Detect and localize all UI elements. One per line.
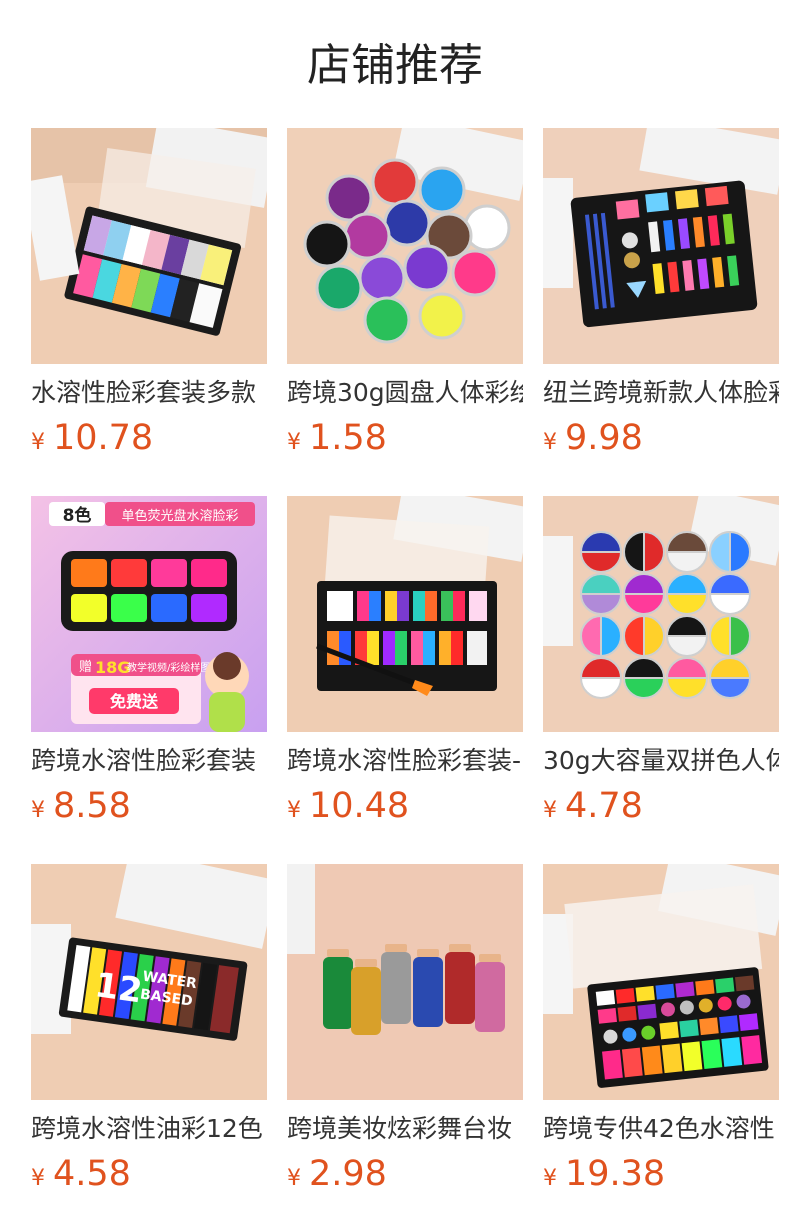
product-name[interactable]: 纽兰跨境新款人体脸彩 (543, 376, 779, 410)
price-value: 10.78 (53, 418, 154, 458)
product-price: ¥10.48 (287, 786, 409, 832)
svg-text:12: 12 (92, 965, 144, 1011)
product-price: ¥1.58 (287, 418, 387, 464)
price-value: 1.58 (309, 418, 387, 458)
product-image[interactable] (287, 864, 523, 1100)
product-price: ¥4.58 (31, 1154, 131, 1200)
price-value: 2.98 (309, 1154, 387, 1194)
badge-text: 单色荧光盘水溶脸彩 (121, 508, 238, 524)
price-value: 10.48 (309, 786, 410, 826)
price-value: 4.58 (53, 1154, 131, 1194)
product-image[interactable] (543, 864, 779, 1100)
product-name[interactable]: 跨境水溶性脸彩套装 (31, 744, 267, 778)
product-price: ¥19.38 (543, 1154, 665, 1200)
product-image[interactable]: 8色 单色荧光盘水溶脸彩 赠 18G 教学视频/彩绘样图 免费送 (31, 496, 267, 732)
currency-symbol: ¥ (287, 798, 301, 823)
product-price: ¥2.98 (287, 1154, 387, 1200)
product-image[interactable] (287, 128, 523, 364)
product-name[interactable]: 跨境美妆炫彩舞台妆 (287, 1112, 523, 1146)
product-name[interactable]: 跨境专供42色水溶性 (543, 1112, 779, 1146)
product-image[interactable] (543, 496, 779, 732)
product-name[interactable]: 跨境水溶性脸彩套装- (287, 744, 523, 778)
promo-amount: 18G (95, 658, 130, 677)
currency-symbol: ¥ (31, 430, 45, 455)
badge-count: 8色 (63, 505, 92, 526)
price-value: 8.58 (53, 786, 131, 826)
product-image[interactable] (31, 128, 267, 364)
product-price: ¥8.58 (31, 786, 131, 832)
product-image[interactable] (287, 496, 523, 732)
currency-symbol: ¥ (287, 430, 301, 455)
price-value: 9.98 (565, 418, 643, 458)
currency-symbol: ¥ (287, 1166, 301, 1191)
product-name[interactable]: 跨境水溶性油彩12色 (31, 1112, 267, 1146)
promo-desc: 教学视频/彩绘样图 (127, 661, 210, 674)
currency-symbol: ¥ (31, 798, 45, 823)
product-grid: 水溶性脸彩套装多款 ¥10.78 跨境30g圆盘人体彩绘 ¥ 1.58 纽兰跨境… (31, 128, 790, 1232)
promo-free: 免费送 (110, 692, 159, 711)
price-value: 4.78 (565, 786, 643, 826)
product-image[interactable] (543, 128, 779, 364)
product-price: ¥10.78 (31, 418, 153, 464)
currency-symbol: ¥ (543, 798, 557, 823)
currency-symbol: ¥ (543, 430, 557, 455)
product-price: ¥9.98 (543, 418, 643, 464)
product-name[interactable]: 30g大容量双拼色人体 (543, 744, 779, 778)
product-image[interactable]: 12 WATER BASED (31, 864, 267, 1100)
price-value: 19.38 (565, 1154, 666, 1194)
product-name[interactable]: 水溶性脸彩套装多款 (31, 376, 267, 410)
promo-gift: 赠 (79, 660, 92, 675)
currency-symbol: ¥ (31, 1166, 45, 1191)
product-name[interactable]: 跨境30g圆盘人体彩绘 (287, 376, 523, 410)
currency-symbol: ¥ (543, 1166, 557, 1191)
page-title: 店铺推荐 (307, 40, 483, 91)
product-price: ¥4.78 (543, 786, 643, 832)
